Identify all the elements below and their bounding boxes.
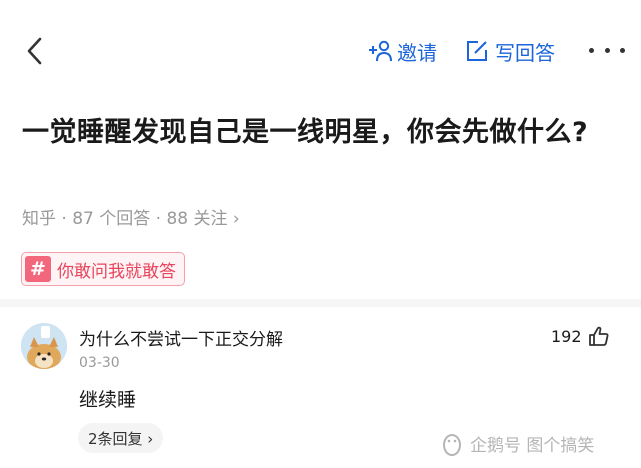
invite-button[interactable]: 邀请 bbox=[367, 34, 437, 68]
add-user-icon bbox=[369, 40, 392, 62]
watermark-text: 企鹅号 图个搞笑 bbox=[470, 436, 595, 456]
top-bar: 邀请 写回答 bbox=[0, 0, 641, 100]
question-meta[interactable]: 知乎 · 87 个回答 · 88 关注 › bbox=[22, 204, 240, 229]
topic-label: 你敢问我就敢答 bbox=[57, 261, 176, 282]
penguin-logo-icon bbox=[443, 433, 461, 456]
dog-avatar-icon bbox=[21, 323, 67, 369]
write-answer-label: 写回答 bbox=[495, 40, 555, 65]
more-options-button[interactable] bbox=[589, 44, 625, 56]
watermark: 企鹅号 图个搞笑 bbox=[440, 431, 594, 456]
dot-icon bbox=[620, 47, 625, 53]
chevron-left-icon bbox=[27, 37, 42, 65]
view-replies-button[interactable]: 2条回复 › bbox=[78, 423, 164, 453]
like-button[interactable]: 192 bbox=[551, 325, 610, 347]
thumbs-up-icon bbox=[588, 326, 609, 346]
question-title: 一觉睡醒发现自己是一线明星，你会先做什么? bbox=[22, 117, 589, 148]
avatar[interactable] bbox=[21, 323, 67, 369]
back-button[interactable] bbox=[20, 34, 50, 68]
like-count: 192 bbox=[551, 326, 582, 346]
invite-label: 邀请 bbox=[397, 40, 437, 65]
edit-icon bbox=[467, 41, 487, 61]
dot-icon bbox=[589, 47, 594, 53]
dot-icon bbox=[604, 47, 610, 53]
topic-tag[interactable]: # 你敢问我就敢答 bbox=[21, 252, 185, 286]
comment-date: 03-30 bbox=[79, 355, 120, 371]
write-answer-button[interactable]: 写回答 bbox=[465, 34, 555, 68]
comment-text: 继续睡 bbox=[79, 389, 137, 411]
hashtag-icon: # bbox=[25, 256, 51, 282]
comment-username[interactable]: 为什么不尝试一下正交分解 bbox=[79, 325, 283, 350]
section-divider bbox=[0, 299, 641, 307]
